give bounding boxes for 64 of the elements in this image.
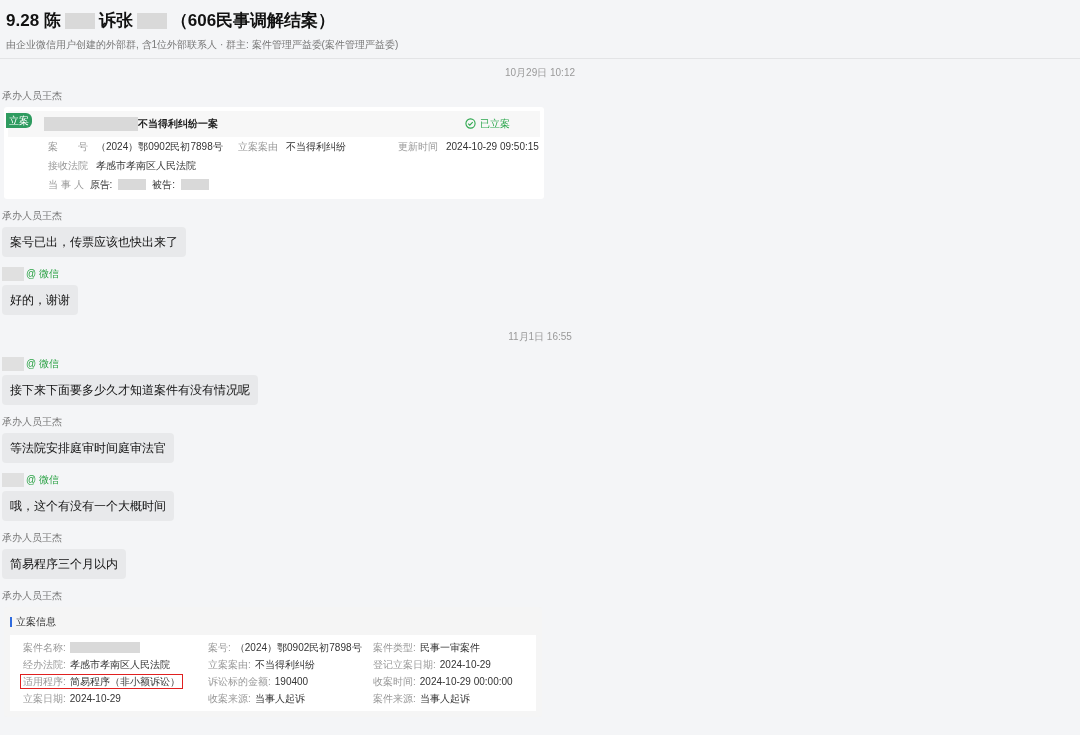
redaction-block <box>181 179 210 190</box>
field-label: 立案案由: <box>208 657 251 672</box>
timestamp: 10月29日 10:12 <box>504 65 576 79</box>
field-value: 当事人起诉 <box>419 691 470 706</box>
field-label: 经办法院: <box>23 657 66 672</box>
field-value: 2024-10-29 00:00:00 <box>419 674 513 689</box>
message-bubble: 案号已出，传票应该也快出来了 <box>2 226 186 257</box>
sender-name: 承办人员王杰 <box>2 531 62 545</box>
wechat-tag: @ 微信 <box>26 356 59 371</box>
field-label: 案件类型: <box>373 640 416 655</box>
field-label: 收案时间: <box>373 674 416 689</box>
field-label: 案 号 <box>48 140 88 154</box>
group-description: 由企业微信用户创建的外部群, 含1位外部联系人 · 群主: 案件管理严益委(案件管理严益委) <box>6 37 400 52</box>
wechat-tag: @ 微信 <box>26 472 59 487</box>
field-value: 190400 <box>274 674 309 689</box>
message-bubble: 接下来下面要多少久才知道案件有没有情况呢 <box>2 374 258 405</box>
message-bubble: 哦，这个有没有一个大概时间 <box>2 490 174 521</box>
wechat-tag: @ 微信 <box>26 266 59 281</box>
field-value: 孝感市孝南区人民法院 <box>69 657 170 672</box>
field-label: 适用程序: <box>23 674 66 689</box>
field-value: 孝感市孝南区人民法院 <box>96 159 196 173</box>
chat-title: 9.28 陈 <box>6 10 61 32</box>
sender-name: 承办人员王杰 <box>2 589 62 603</box>
redaction-block <box>64 12 95 29</box>
redaction-block <box>136 12 167 29</box>
sender-name: 承办人员王杰 <box>2 415 62 429</box>
field-label: 原告: <box>89 178 113 192</box>
section-title: 立案信息 <box>16 615 56 629</box>
case-title: 不当得利纠纷一案 <box>138 117 218 131</box>
field-label: 当 事 人 <box>48 178 84 192</box>
field-label: 被告: <box>152 178 176 192</box>
field-label: 案件名称: <box>23 640 66 655</box>
field-label: 诉讼标的金额: <box>208 674 271 689</box>
field-value: 简易程序（非小额诉讼） <box>69 674 180 689</box>
sender-name: 承办人员王杰 <box>2 209 62 223</box>
field-label: 登记立案日期: <box>373 657 436 672</box>
field-label: 案件来源: <box>373 691 416 706</box>
chat-title: 诉张 <box>98 10 133 32</box>
field-value: （2024）鄂0902民初7898号 <box>234 640 362 655</box>
field-value: 不当得利纠纷 <box>254 657 315 672</box>
field-value: 民事一审案件 <box>419 640 480 655</box>
field-value: 2024-10-29 <box>439 657 491 672</box>
case-status: 已立案 <box>480 117 510 131</box>
message-bubble: 等法院安排庭审时间庭审法官 <box>2 432 174 463</box>
chat-title: （606民事调解结案） <box>170 10 336 32</box>
sender-name: 承办人员王杰 <box>2 89 62 103</box>
field-label: 收案来源: <box>208 691 251 706</box>
accent-bar <box>10 616 12 627</box>
field-label: 接收法院 <box>48 159 88 173</box>
field-value: 当事人起诉 <box>254 691 305 706</box>
field-value: 2024-10-29 09:50:15 <box>446 140 539 154</box>
field-value: 不当得利纠纷 <box>286 140 346 154</box>
field-label: 更新时间 <box>398 140 438 154</box>
message-bubble: 简易程序三个月以内 <box>2 548 126 579</box>
field-label: 案号: <box>208 640 231 655</box>
redaction-block <box>118 179 147 190</box>
field-value: （2024）鄂0902民初7898号 <box>96 140 223 154</box>
field-label: 立案日期: <box>23 691 66 706</box>
check-circle-icon <box>465 118 476 129</box>
timestamp: 11月1日 16:55 <box>508 329 572 343</box>
message-bubble: 好的，谢谢 <box>2 284 78 315</box>
case-tag: 立案 <box>6 112 32 128</box>
field-value: 2024-10-29 <box>69 691 121 706</box>
field-label: 立案案由 <box>238 140 278 154</box>
